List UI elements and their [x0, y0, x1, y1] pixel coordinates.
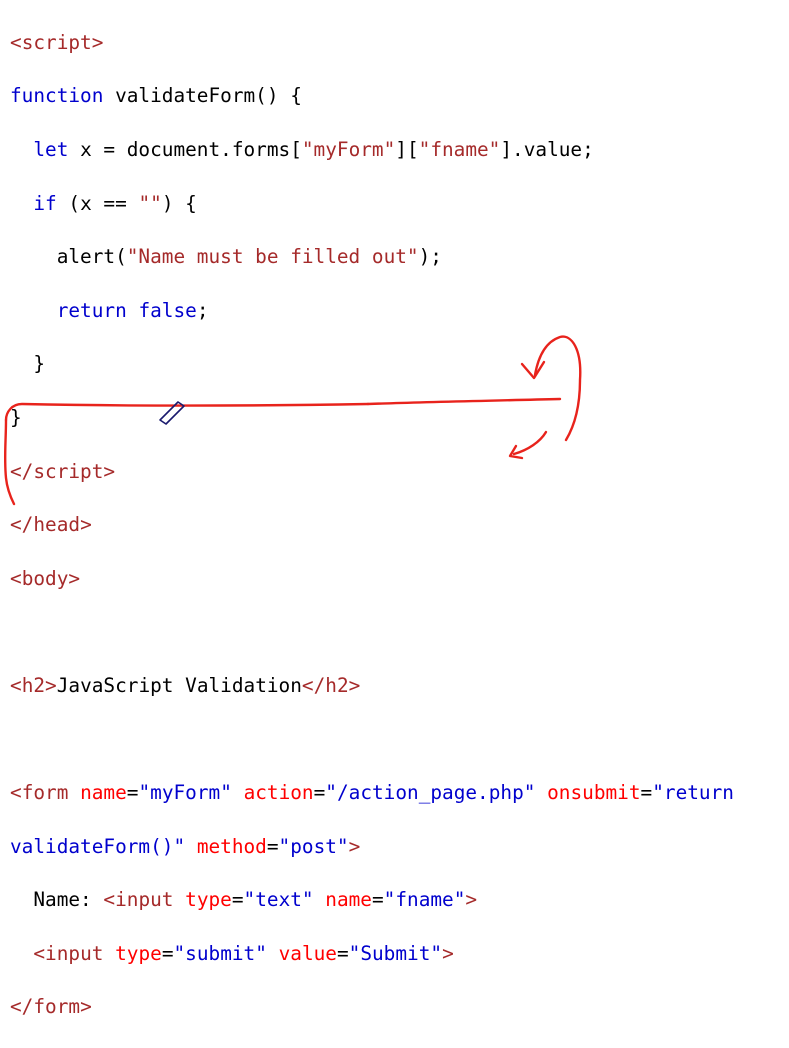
tag-bracket: </ — [10, 459, 34, 483]
attribute-value: "myForm" — [138, 781, 232, 805]
tag-bracket: < — [10, 566, 22, 590]
code-text: (x == — [56, 191, 139, 215]
tag-name: head — [33, 513, 81, 537]
attribute-name: onsubmit — [547, 781, 641, 805]
tag-bracket: < — [10, 30, 22, 54]
code-text: x = document.forms[ — [68, 137, 302, 161]
code-line-5: alert("Name must be filled out"); — [10, 244, 789, 271]
keyword: false — [138, 298, 197, 322]
tag-bracket: < — [103, 888, 116, 912]
tag-bracket: > — [68, 566, 81, 590]
attribute-name: type — [185, 888, 232, 912]
tag-name: body — [21, 566, 69, 590]
code-line-9: </script> — [10, 459, 789, 486]
attribute-value: "fname" — [383, 888, 466, 912]
tag-name: script — [33, 459, 104, 483]
heading-text: JavaScript Validation — [56, 673, 302, 697]
code-text: ; — [196, 298, 209, 322]
code-line-10: </head> — [10, 512, 789, 539]
code-text: ); — [418, 245, 442, 269]
tag-name: input — [115, 888, 174, 912]
string-literal: "myForm" — [301, 137, 396, 161]
tag-bracket: > — [442, 941, 454, 965]
tag-bracket: </ — [10, 513, 34, 537]
string-literal: "fname" — [418, 137, 501, 161]
tag-name: input — [45, 941, 104, 965]
code-line-2: function validateForm() { — [10, 83, 789, 110]
tag-bracket: > — [465, 888, 478, 912]
label-text: Name: — [33, 888, 104, 912]
code-line-7: } — [10, 351, 789, 378]
string-literal: "Name must be filled out" — [126, 245, 419, 269]
tag-bracket: > — [80, 995, 92, 1019]
code-line-16: validateForm()" method="post"> — [10, 834, 361, 858]
tag-bracket: </ — [10, 995, 34, 1019]
attribute-value: "text" — [243, 888, 314, 912]
tag-name: h2 — [21, 673, 46, 697]
code-line-15: <form name="myForm" action="/action_page… — [10, 781, 734, 805]
attribute-value: "submit" — [173, 941, 267, 965]
code-text: ].value; — [500, 137, 594, 161]
code-line-17: Name: <input type="text" name="fname"> — [10, 887, 789, 914]
tag-bracket: < — [10, 673, 22, 697]
attribute-name: type — [115, 941, 162, 965]
code-text: } — [10, 352, 46, 376]
code-line-8: } — [10, 405, 789, 432]
tag-bracket: < — [10, 781, 22, 805]
tag-bracket: > — [80, 513, 92, 537]
code-line-3: let x = document.forms["myForm"]["fname"… — [10, 137, 789, 164]
tag-bracket: </ — [301, 673, 326, 697]
code-line-1: <script> — [10, 30, 789, 57]
attribute-name: action — [243, 781, 314, 805]
attribute-value: "post" — [278, 834, 349, 858]
attribute-value: "Submit" — [348, 941, 443, 965]
tag-bracket: < — [33, 941, 46, 965]
keyword: function — [10, 84, 104, 108]
tag-name: form — [33, 995, 81, 1019]
tag-bracket: > — [103, 459, 116, 483]
attribute-name: name — [80, 781, 127, 805]
attribute-name: value — [278, 941, 337, 965]
code-line-18: <input type="submit" value="Submit"> — [10, 941, 789, 968]
code-text: alert( — [56, 245, 127, 269]
tag-bracket: > — [348, 673, 361, 697]
keyword: let — [33, 137, 69, 161]
attribute-name: method — [196, 834, 267, 858]
code-text: ][ — [395, 137, 419, 161]
tag-bracket: > — [91, 30, 104, 54]
code-line-4: if (x == "") { — [10, 191, 789, 218]
tag-bracket: > — [348, 834, 361, 858]
code-line-19: </form> — [10, 994, 789, 1021]
code-text: } — [10, 405, 22, 429]
code-text: ) { — [161, 191, 197, 215]
tag-name: form — [21, 781, 69, 805]
keyword: return — [56, 298, 127, 322]
keyword: if — [33, 191, 57, 215]
attribute-value: "/action_page.php" — [325, 781, 536, 805]
attribute-value: validateForm()" — [10, 834, 186, 858]
code-text: validateForm() { — [103, 84, 302, 108]
code-editor: <script> function validateForm() { let x… — [10, 3, 789, 1019]
code-line-13: <h2>JavaScript Validation</h2> — [10, 673, 789, 700]
attribute-value: "return — [652, 781, 734, 805]
tag-bracket: > — [45, 673, 57, 697]
code-line-6: return false; — [10, 298, 789, 325]
code-line-11: <body> — [10, 566, 789, 593]
tag-name: h2 — [325, 673, 349, 697]
tag-name: script — [21, 30, 92, 54]
attribute-name: name — [325, 888, 372, 912]
string-literal: "" — [138, 191, 162, 215]
